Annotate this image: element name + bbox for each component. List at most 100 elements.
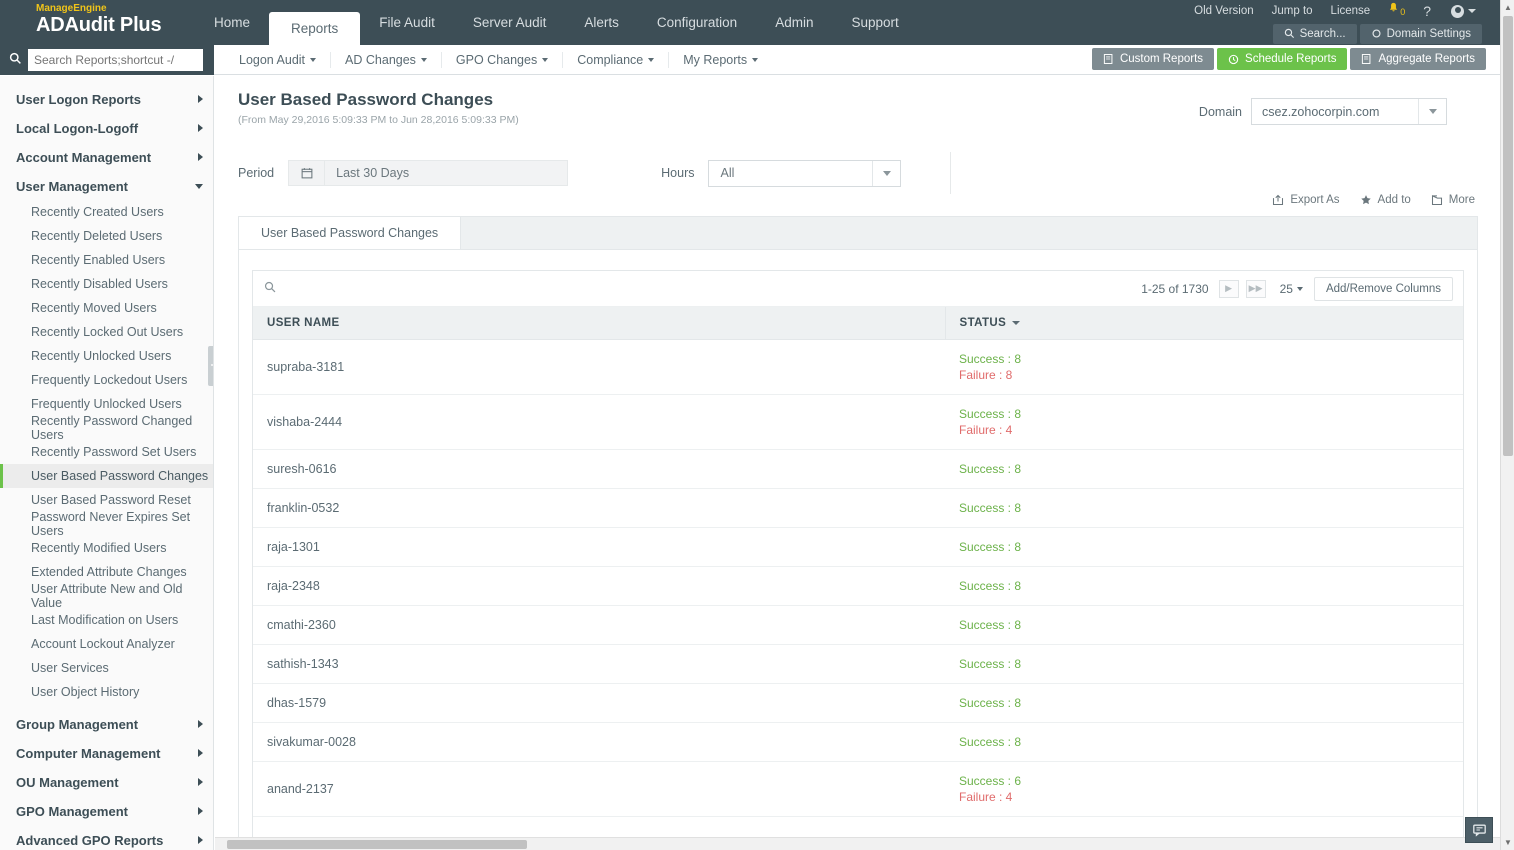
hscrollbar-thumb[interactable] xyxy=(227,840,527,849)
aggregate-reports-button[interactable]: Aggregate Reports xyxy=(1350,48,1486,70)
sidebar-item-user-object-history[interactable]: User Object History xyxy=(0,680,213,704)
jump-to-link[interactable]: Jump to xyxy=(1263,0,1322,22)
chevron-down-icon xyxy=(310,58,317,62)
domain-value: csez.zohocorpin.com xyxy=(1262,104,1380,119)
sidebar-group-computer-management[interactable]: Computer Management xyxy=(0,739,213,767)
table-row[interactable]: raja-1301 Success : 8 xyxy=(253,527,1463,567)
nav-home[interactable]: Home xyxy=(195,0,269,45)
notification-bell-icon[interactable]: 0 xyxy=(1379,0,1413,23)
sidebar-item-last-modification-on-users[interactable]: Last Modification on Users xyxy=(0,608,213,632)
sidebar-item-recently-disabled-users[interactable]: Recently Disabled Users xyxy=(0,272,213,296)
gear-icon xyxy=(1372,29,1381,38)
sidebar-item-recently-deleted-users[interactable]: Recently Deleted Users xyxy=(0,224,213,248)
help-icon[interactable]: ? xyxy=(1413,0,1441,22)
page-vertical-scrollbar[interactable]: ▲ ▼ xyxy=(1500,0,1514,850)
nav-alerts[interactable]: Alerts xyxy=(565,0,638,45)
sidebar-item-password-never-expires-set-users[interactable]: Password Never Expires Set Users xyxy=(0,510,213,538)
scrollbar-thumb[interactable] xyxy=(1503,16,1513,456)
search-reports-input[interactable] xyxy=(28,49,203,71)
table-header-row: USER NAME STATUS xyxy=(253,307,1463,340)
sidebar-item-frequently-unlocked-users[interactable]: Frequently Unlocked Users xyxy=(0,392,213,416)
brand-logo[interactable]: ManageEngine ADAudit Plus xyxy=(12,2,202,45)
menu-gpo-changes[interactable]: GPO Changes xyxy=(442,52,564,68)
table-row[interactable]: suresh-0616 Success : 8 xyxy=(253,449,1463,489)
table-row[interactable]: dhas-1579 Success : 8 xyxy=(253,683,1463,723)
sidebar-item-user-based-password-changes[interactable]: User Based Password Changes xyxy=(0,464,213,488)
chat-support-button[interactable] xyxy=(1465,817,1493,843)
menu-logon-audit[interactable]: Logon Audit xyxy=(225,52,332,68)
sort-descending-icon xyxy=(1012,320,1021,325)
menu-compliance[interactable]: Compliance xyxy=(563,52,670,68)
add-remove-columns-button[interactable]: Add/Remove Columns xyxy=(1313,276,1453,301)
table-row[interactable]: anand-2137 Success : 6 Failure : 4 xyxy=(253,761,1463,817)
tab-user-based-password-changes[interactable]: User Based Password Changes xyxy=(239,217,462,249)
domain-settings-button[interactable]: Domain Settings xyxy=(1359,23,1482,44)
table-row[interactable]: raja-2348 Success : 8 xyxy=(253,566,1463,606)
sidebar-item-label: Account Lockout Analyzer xyxy=(31,637,175,651)
schedule-reports-button[interactable]: Schedule Reports xyxy=(1217,48,1348,70)
filter-divider xyxy=(950,152,951,194)
scroll-down-arrow-icon[interactable]: ▼ xyxy=(1501,835,1514,850)
add-to-button[interactable]: Add to xyxy=(1360,194,1411,206)
period-picker[interactable]: Last 30 Days xyxy=(288,160,569,186)
old-version-link[interactable]: Old Version xyxy=(1185,0,1262,22)
cell-user-name: dhas-1579 xyxy=(253,683,945,723)
sidebar-item-frequently-lockedout-users[interactable]: Frequently Lockedout Users xyxy=(0,368,213,392)
sidebar-group-gpo-management[interactable]: GPO Management xyxy=(0,797,213,825)
nav-support[interactable]: Support xyxy=(832,0,917,45)
domain-select[interactable]: csez.zohocorpin.com xyxy=(1251,98,1447,125)
nav-file-audit[interactable]: File Audit xyxy=(360,0,454,45)
table-row[interactable]: sivakumar-0028 Success : 8 xyxy=(253,722,1463,762)
sidebar-group-advanced-gpo-reports[interactable]: Advanced GPO Reports xyxy=(0,826,213,850)
table-row[interactable]: cmathi-2360 Success : 8 xyxy=(253,605,1463,645)
menu-my-reports[interactable]: My Reports xyxy=(669,52,772,68)
sidebar-item-extended-attribute-changes[interactable]: Extended Attribute Changes xyxy=(0,560,213,584)
sidebar-group-group-management[interactable]: Group Management xyxy=(0,710,213,738)
cell-status: Success : 8 xyxy=(945,605,1463,645)
sidebar-group-label: User Management xyxy=(16,178,128,194)
sidebar-group-user-management[interactable]: User Management xyxy=(0,172,213,200)
cell-status: Success : 8 xyxy=(945,527,1463,567)
sidebar-group-ou-management[interactable]: OU Management xyxy=(0,768,213,796)
menu-ad-changes[interactable]: AD Changes xyxy=(331,52,442,68)
table-row[interactable]: vishaba-2444 Success : 8 Failure : 4 xyxy=(253,394,1463,450)
scroll-up-arrow-icon[interactable]: ▲ xyxy=(1501,0,1514,15)
sidebar-item-recently-password-set-users[interactable]: Recently Password Set Users xyxy=(0,440,213,464)
sidebar-item-user-attribute-new-and-old-value[interactable]: User Attribute New and Old Value xyxy=(0,582,213,610)
sidebar-item-recently-modified-users[interactable]: Recently Modified Users xyxy=(0,536,213,560)
user-account-menu[interactable] xyxy=(1441,4,1482,18)
sidebar-item-recently-unlocked-users[interactable]: Recently Unlocked Users xyxy=(0,344,213,368)
sidebar-collapse-handle[interactable] xyxy=(208,346,213,386)
sidebar-item-recently-password-changed-users[interactable]: Recently Password Changed Users xyxy=(0,414,213,442)
content-horizontal-scrollbar[interactable] xyxy=(215,837,1500,850)
sidebar-item-user-services[interactable]: User Services xyxy=(0,656,213,680)
table-search-icon[interactable] xyxy=(264,281,277,297)
sidebar-item-recently-locked-out-users[interactable]: Recently Locked Out Users xyxy=(0,320,213,344)
column-header-user-name[interactable]: USER NAME xyxy=(253,307,945,340)
sidebar-group-account-management[interactable]: Account Management xyxy=(0,143,213,171)
hours-select[interactable]: All xyxy=(708,159,902,187)
sidebar-item-recently-moved-users[interactable]: Recently Moved Users xyxy=(0,296,213,320)
table-row[interactable]: franklin-0532 Success : 8 xyxy=(253,488,1463,528)
sidebar-group-local-logon-logoff[interactable]: Local Logon-Logoff xyxy=(0,114,213,142)
more-button[interactable]: More xyxy=(1431,194,1475,206)
sidebar-group-user-logon-reports[interactable]: User Logon Reports xyxy=(0,85,213,113)
nav-server-audit[interactable]: Server Audit xyxy=(454,0,566,45)
sidebar-item-user-based-password-reset[interactable]: User Based Password Reset xyxy=(0,488,213,512)
table-row[interactable]: supraba-3181 Success : 8 Failure : 8 xyxy=(253,339,1463,395)
global-search-button[interactable]: Search... xyxy=(1272,23,1357,44)
table-row[interactable]: sathish-1343 Success : 8 xyxy=(253,644,1463,684)
export-as-button[interactable]: Export As xyxy=(1272,194,1340,206)
license-link[interactable]: License xyxy=(1322,0,1380,22)
nav-reports[interactable]: Reports xyxy=(269,12,361,45)
sidebar-item-recently-created-users[interactable]: Recently Created Users xyxy=(0,200,213,224)
nav-configuration[interactable]: Configuration xyxy=(638,0,756,45)
custom-reports-button[interactable]: Custom Reports xyxy=(1091,48,1215,70)
column-header-status[interactable]: STATUS xyxy=(944,307,1463,340)
sidebar-item-account-lockout-analyzer[interactable]: Account Lockout Analyzer xyxy=(0,632,213,656)
nav-admin[interactable]: Admin xyxy=(756,0,832,45)
last-page-button[interactable]: ▶▶ xyxy=(1245,279,1266,298)
sidebar-item-recently-enabled-users[interactable]: Recently Enabled Users xyxy=(0,248,213,272)
page-size-select[interactable]: 25 xyxy=(1280,282,1303,296)
next-page-button[interactable]: ▶ xyxy=(1218,279,1239,298)
